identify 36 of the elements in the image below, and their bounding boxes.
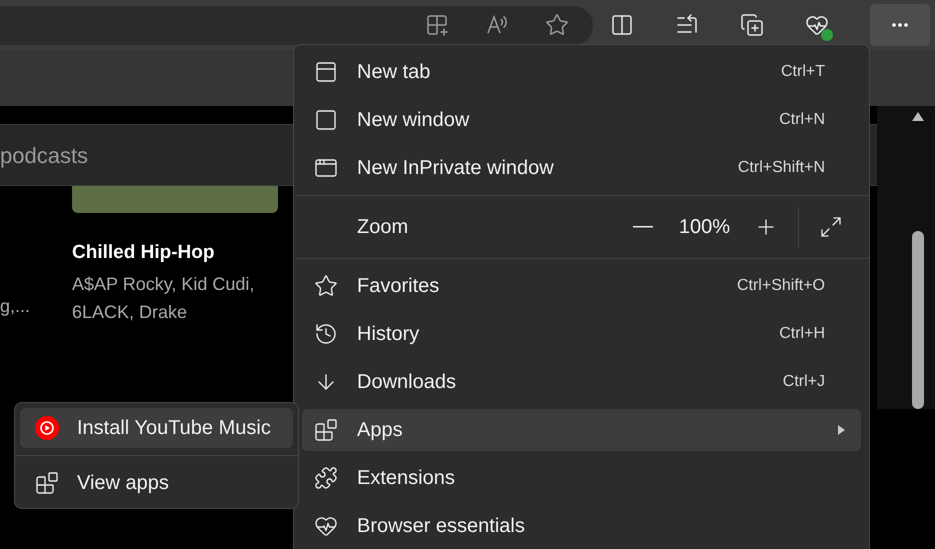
grid-plus-icon[interactable]	[425, 13, 449, 37]
submenu-arrow-icon	[837, 425, 845, 435]
puzzle-icon	[314, 466, 338, 490]
window-icon	[314, 108, 338, 132]
split-screen-icon[interactable]	[610, 13, 634, 37]
menu-item[interactable]: Browser essentials	[302, 505, 861, 547]
minus-icon	[632, 226, 653, 228]
menu-item[interactable]: New InPrivate window Ctrl+Shift+N	[302, 147, 861, 189]
menu-item[interactable]: New window Ctrl+N	[302, 99, 861, 141]
playlist-artists: A$AP Rocky, Kid Cudi, 6LACK, Drake	[72, 272, 256, 324]
menu-item[interactable]: Apps	[302, 409, 861, 451]
playlist-title[interactable]: Chilled Hip-Hop	[72, 239, 278, 268]
submenu-item[interactable]: View apps	[20, 463, 293, 503]
scroll-up-icon[interactable]	[912, 112, 924, 121]
artist-text: g,...	[0, 294, 32, 318]
more-icon	[892, 23, 908, 27]
apps-icon	[314, 418, 338, 442]
collections-icon[interactable]	[740, 13, 764, 37]
star-icon[interactable]	[545, 13, 569, 37]
search-text: podcasts	[0, 142, 88, 170]
history-icon	[314, 322, 338, 346]
menu-item[interactable]: Downloads Ctrl+J	[302, 361, 861, 403]
new-tab-icon	[314, 60, 338, 84]
scrollbar-thumb[interactable]	[912, 231, 924, 409]
playlist-thumbnail[interactable]	[72, 186, 278, 213]
apps-icon	[35, 471, 59, 495]
zoom-level: 100%	[678, 215, 730, 240]
menu-item[interactable]: Extensions	[302, 457, 861, 499]
heart-pulse-icon	[314, 514, 338, 538]
expand-icon	[819, 215, 843, 239]
play-circle-icon	[35, 416, 59, 440]
menu-item-label: Zoom	[357, 215, 410, 240]
menu-item[interactable]: Favorites Ctrl+Shift+O	[302, 265, 861, 307]
submenu-item[interactable]: Install YouTube Music	[20, 408, 293, 448]
menu-item[interactable]: History Ctrl+H	[302, 313, 861, 355]
star-icon	[314, 274, 338, 298]
